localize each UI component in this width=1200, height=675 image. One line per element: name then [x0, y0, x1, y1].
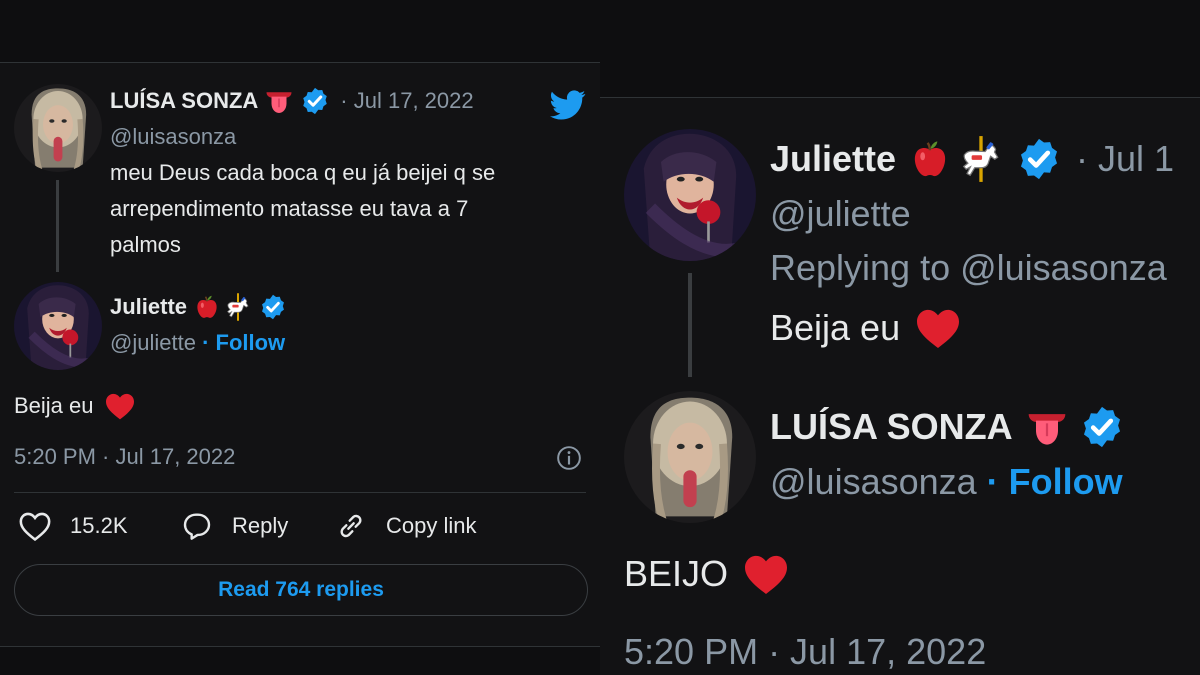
reply-text-row: BEIJO	[624, 553, 790, 595]
tweet-text-line-2: arrependimento matasse eu tava a 7	[110, 196, 469, 221]
heart-emoji	[104, 392, 136, 420]
tweet-text-line-1: meu Deus cada boca q eu já beijei q se	[110, 160, 496, 185]
reply-timestamp[interactable]: 5:20 PM · Jul 17, 2022	[624, 631, 986, 673]
reply-action[interactable]: Reply	[180, 510, 288, 542]
apple-emoji	[908, 137, 952, 181]
top-divider	[600, 97, 1200, 98]
actions-top-divider	[14, 492, 586, 493]
like-icon	[19, 512, 51, 542]
author-name-row[interactable]: Juliette · Jul 1	[770, 135, 1174, 183]
heart-emoji	[914, 307, 962, 349]
tweet-text: Beija eu	[770, 307, 901, 348]
thread-line	[56, 180, 59, 272]
reply-handle-row: @juliette · Follow	[110, 330, 285, 356]
right-tweet-card: Juliette · Jul 1 @juliette Replying to @…	[600, 97, 1200, 675]
reply-text-row: Beija eu	[14, 392, 136, 420]
tweet-text-row: Beija eu	[770, 307, 962, 349]
verified-badge-icon	[259, 293, 287, 321]
reply-author-name[interactable]: Juliette	[110, 294, 187, 320]
bottom-divider	[0, 646, 600, 647]
follow-button[interactable]: · Follow	[987, 461, 1123, 502]
tweet-date[interactable]: · Jul 17, 2022	[340, 88, 473, 114]
info-icon[interactable]	[556, 445, 582, 471]
reply-text: BEIJO	[624, 553, 729, 594]
reply-author-handle[interactable]: @juliette	[110, 330, 196, 355]
heart-emoji	[742, 553, 790, 595]
apple-emoji	[193, 293, 221, 321]
copy-link-label: Copy link	[386, 513, 477, 538]
avatar-juliette[interactable]	[624, 129, 756, 261]
thread-line	[688, 273, 692, 377]
link-icon	[340, 514, 362, 538]
replying-to[interactable]: Replying to @luisasonza	[770, 247, 1167, 289]
carousel-horse-emoji	[223, 292, 253, 322]
reply-timestamp[interactable]: 5:20 PM · Jul 17, 2022	[14, 444, 235, 470]
like-count: 15.2K	[70, 513, 128, 538]
author-name[interactable]: Juliette	[770, 138, 896, 180]
author-name-row[interactable]: LUÍSA SONZA · Jul 17, 2022	[110, 86, 474, 116]
tweet-date[interactable]: · Jul 1	[1076, 138, 1174, 180]
left-tweet-card: LUÍSA SONZA · Jul 17, 2022 @luisasonza m…	[0, 62, 600, 647]
twitter-bird-icon[interactable]	[548, 87, 588, 123]
reply-label: Reply	[232, 513, 289, 538]
tweet-text-line-3: palmos	[110, 232, 181, 257]
reply-author-name[interactable]: LUÍSA SONZA	[770, 406, 1013, 448]
author-handle[interactable]: @luisasonza	[110, 124, 236, 150]
like-action[interactable]: 15.2K	[18, 510, 128, 542]
avatar-juliette[interactable]	[14, 282, 102, 370]
copy-link-action[interactable]: Copy link	[334, 510, 476, 542]
reply-icon	[183, 513, 211, 540]
reply-text: Beija eu	[14, 393, 94, 418]
tongue-emoji	[1025, 405, 1069, 449]
reply-author-name-row[interactable]: LUÍSA SONZA	[770, 403, 1125, 451]
top-divider	[0, 62, 600, 63]
avatar-luisa[interactable]	[14, 84, 102, 172]
reply-author-name-row[interactable]: Juliette	[110, 292, 287, 322]
read-replies-button[interactable]: Read 764 replies	[14, 564, 588, 616]
tongue-emoji	[264, 86, 294, 116]
follow-button[interactable]: · Follow	[202, 330, 285, 355]
verified-badge-icon	[1016, 136, 1062, 182]
verified-badge-icon	[300, 86, 330, 116]
author-name[interactable]: LUÍSA SONZA	[110, 88, 258, 114]
reply-handle-row: @luisasonza · Follow	[770, 461, 1123, 503]
reply-author-handle[interactable]: @luisasonza	[770, 461, 977, 502]
author-handle[interactable]: @juliette	[770, 193, 911, 235]
verified-badge-icon	[1079, 404, 1125, 450]
avatar-luisa[interactable]	[624, 391, 756, 523]
carousel-horse-emoji	[956, 134, 1006, 184]
read-replies-label: Read 764 replies	[218, 578, 384, 601]
